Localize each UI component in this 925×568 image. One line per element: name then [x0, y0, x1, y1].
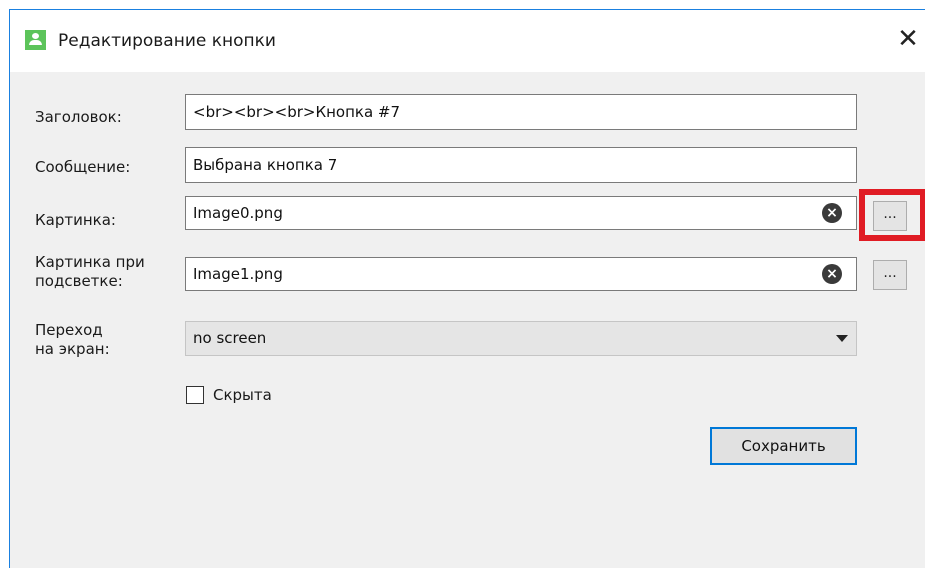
image-field[interactable]: Image0.png ×	[185, 196, 857, 230]
title-bar: Редактирование кнопки ✕	[10, 10, 925, 72]
hover-image-field-label: Картинка при подсветке:	[35, 253, 145, 291]
save-button[interactable]: Сохранить	[710, 427, 857, 465]
transition-select-value: no screen	[193, 329, 267, 347]
title-input[interactable]: <br><br><br>Кнопка #7	[185, 94, 857, 130]
hidden-checkbox-label[interactable]: Скрыта	[213, 386, 272, 405]
hover-image-field[interactable]: Image1.png ×	[185, 257, 857, 291]
chevron-down-icon	[836, 335, 848, 342]
title-field-label: Заголовок:	[35, 108, 122, 126]
app-user-icon	[25, 30, 46, 50]
transition-label-line2: на экран:	[35, 340, 110, 358]
hover-image-label-line2: подсветке:	[35, 272, 123, 290]
close-icon[interactable]: ✕	[890, 20, 925, 60]
image-field-label: Картинка:	[35, 211, 116, 229]
hidden-checkbox[interactable]	[186, 386, 204, 404]
hover-image-browse-button[interactable]: ...	[873, 260, 907, 290]
transition-select[interactable]: no screen	[185, 321, 857, 356]
highlight-annotation	[859, 189, 925, 241]
hover-image-field-value: Image1.png	[193, 265, 283, 283]
clear-icon[interactable]: ×	[822, 264, 842, 284]
hover-image-label-line1: Картинка при	[35, 253, 145, 271]
dialog-window: Редактирование кнопки ✕ Заголовок: <br><…	[9, 9, 925, 568]
message-input[interactable]: Выбрана кнопка 7	[185, 147, 857, 183]
transition-field-label: Переход на экран:	[35, 321, 110, 359]
message-field-label: Сообщение:	[35, 158, 131, 176]
window-title: Редактирование кнопки	[58, 31, 276, 51]
clear-icon[interactable]: ×	[822, 203, 842, 223]
transition-label-line1: Переход	[35, 321, 103, 339]
image-field-value: Image0.png	[193, 204, 283, 222]
